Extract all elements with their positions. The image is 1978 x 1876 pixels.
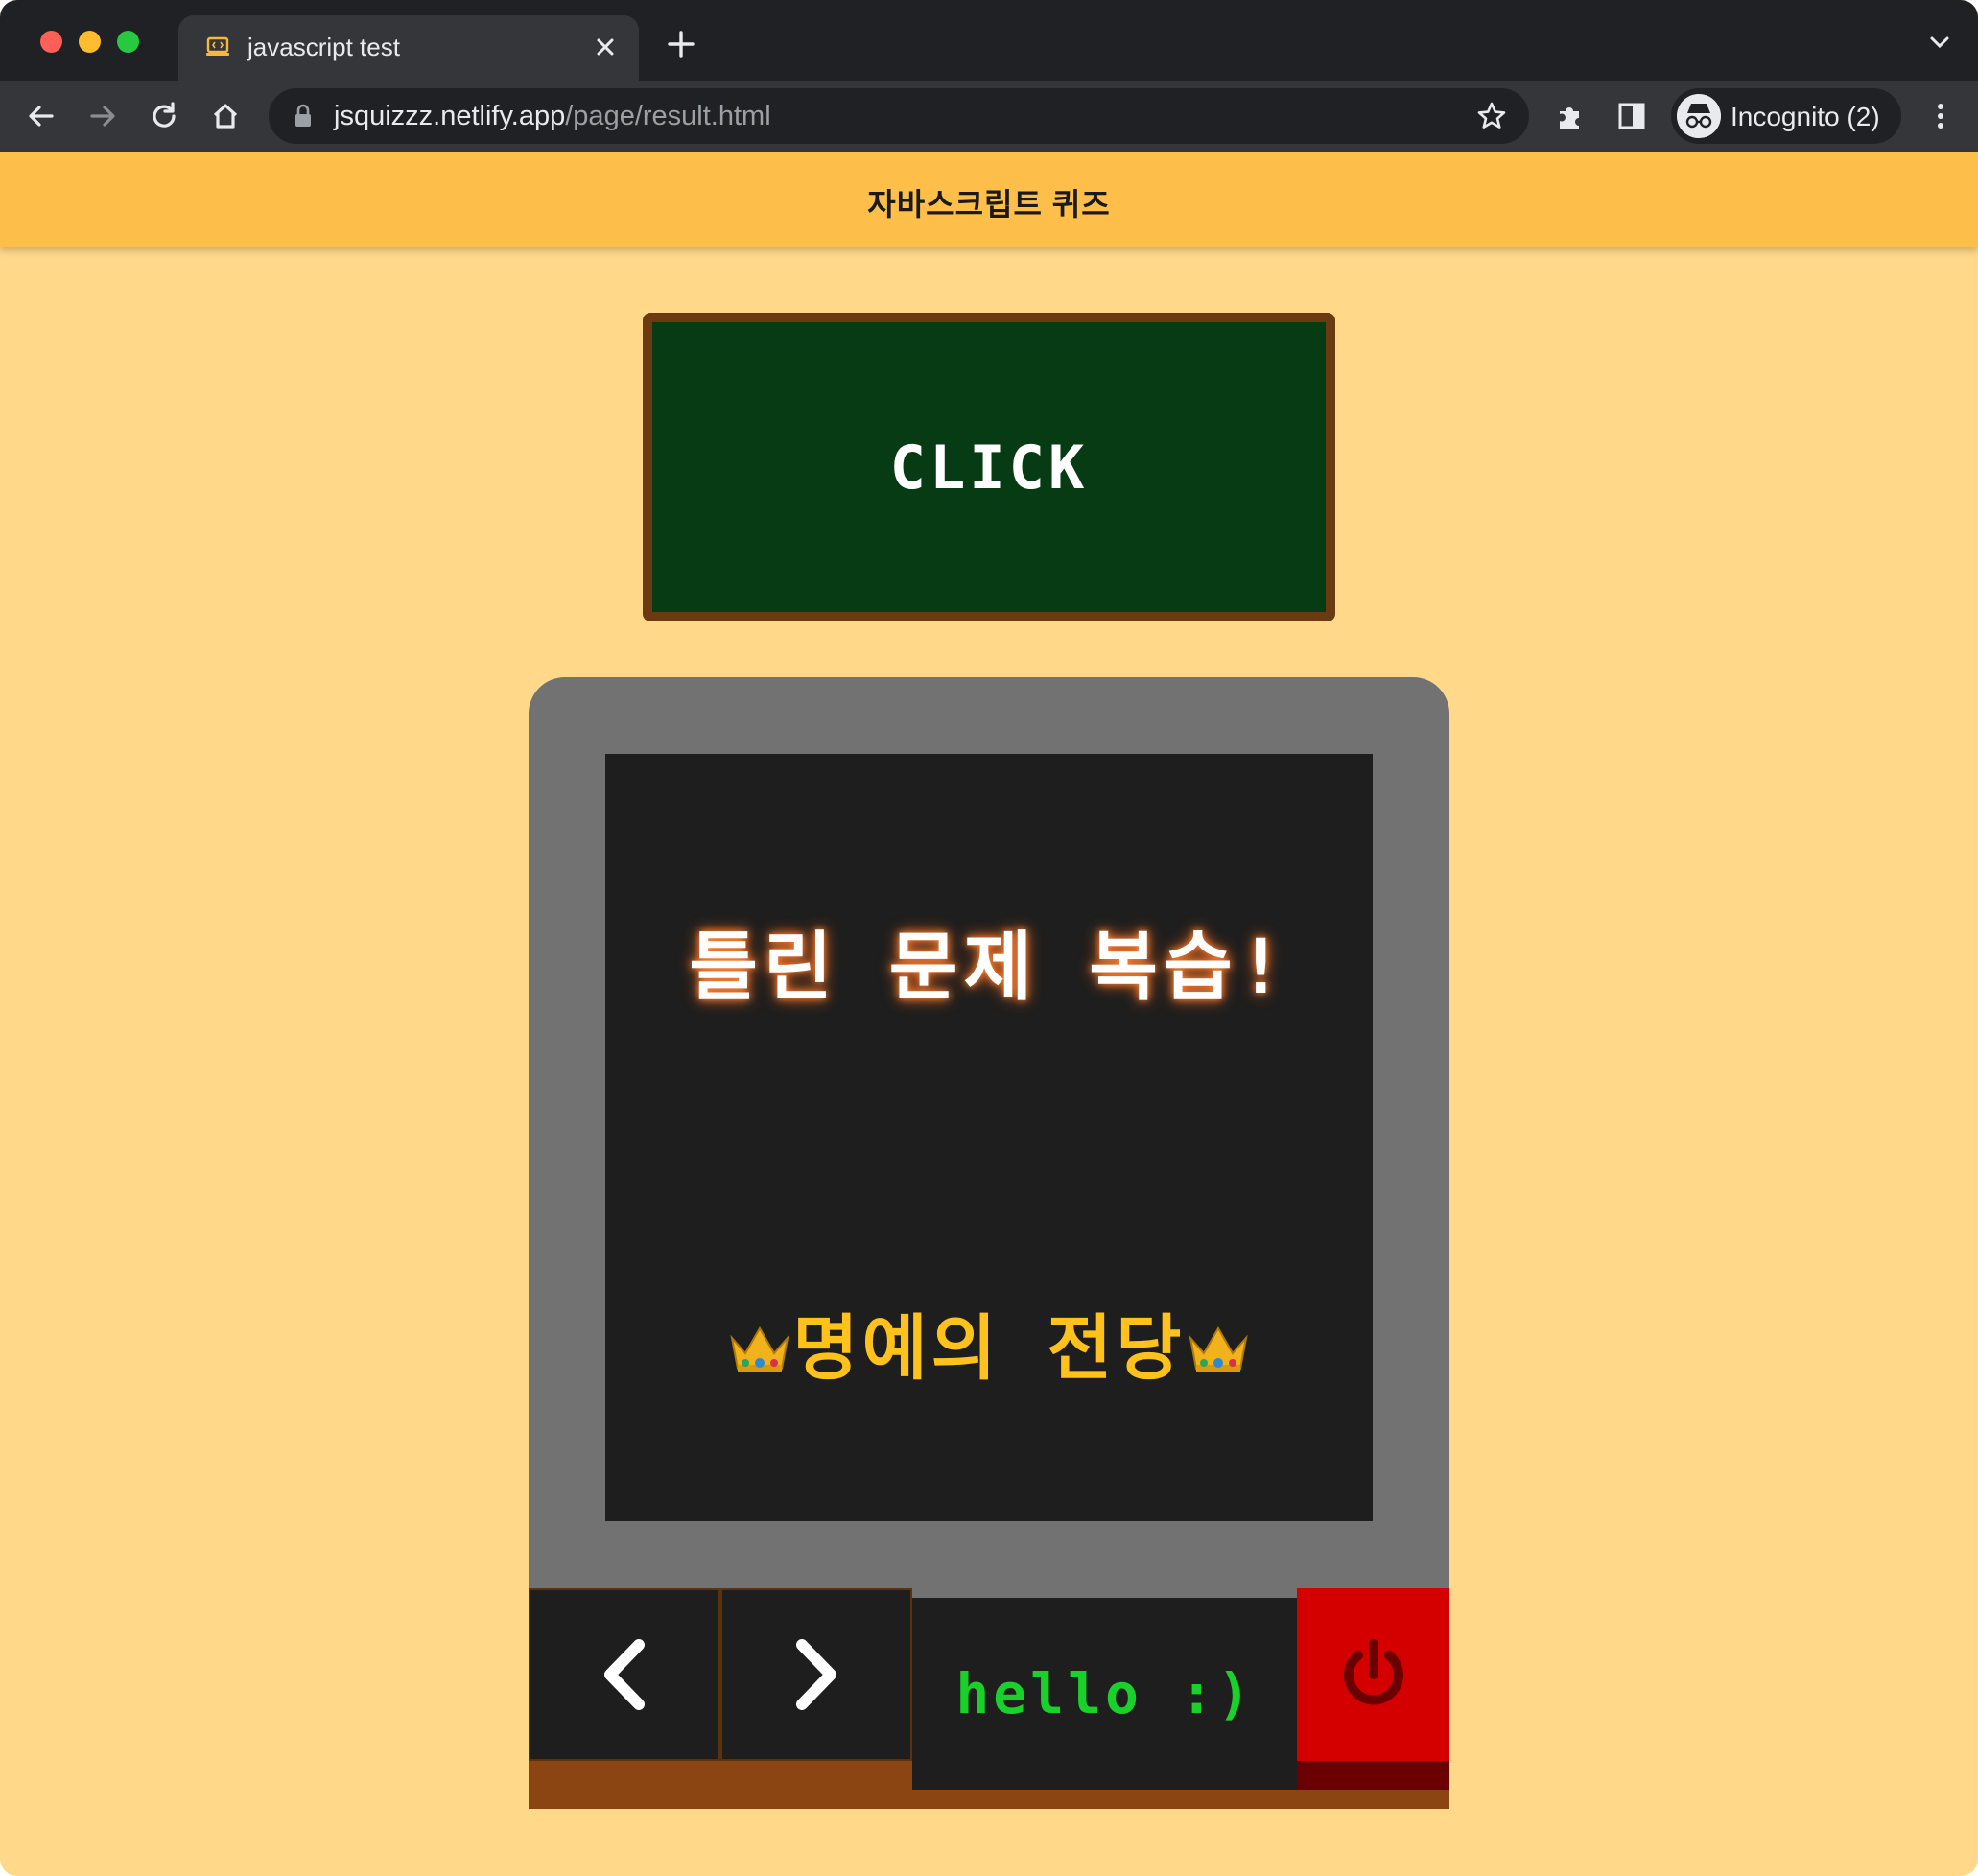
tab-javascript-test[interactable]: javascript test <box>178 15 639 81</box>
close-window-button[interactable] <box>40 31 62 53</box>
star-icon[interactable] <box>1475 100 1508 132</box>
tab-strip: javascript test <box>0 0 1978 81</box>
power-button-shadow <box>1297 1761 1449 1790</box>
site-header: 자바스크립트 퀴즈 <box>0 152 1978 247</box>
side-panel-icon <box>1618 103 1645 129</box>
tab-search-chevron-icon[interactable] <box>1928 35 1951 50</box>
code-laptop-icon <box>206 36 229 56</box>
home-button[interactable] <box>203 94 247 138</box>
device-screen: 틀린 문제 복습! 명예의 전당 <box>605 754 1373 1521</box>
hello-display: hello :) <box>912 1598 1298 1790</box>
hello-text: hello :) <box>955 1661 1255 1726</box>
quiz-device: 틀린 문제 복습! 명예의 전당 hello:) <box>529 677 1449 1809</box>
back-icon <box>29 106 54 127</box>
click-board-button[interactable]: CLICK <box>643 313 1335 621</box>
new-tab-plus-icon[interactable] <box>664 27 698 61</box>
url-text[interactable]: jsquizzz.netlify.app/page/result.html <box>334 101 771 132</box>
lock-icon[interactable] <box>294 104 313 129</box>
address-bar[interactable]: jsquizzz.netlify.app/page/result.html <box>269 88 1529 144</box>
more-icon <box>1938 104 1943 129</box>
browser-toolbar: jsquizzz.netlify.app/page/result.html In… <box>0 81 1978 152</box>
url-host: jsquizzz.netlify.app <box>334 101 566 131</box>
minimize-window-button[interactable] <box>79 31 101 53</box>
forward-button[interactable] <box>81 94 125 138</box>
chevron-left-icon <box>604 1639 645 1710</box>
click-label: CLICK <box>889 432 1089 503</box>
crown-icon <box>1189 1325 1249 1372</box>
extensions-button[interactable] <box>1548 94 1592 138</box>
prev-button[interactable] <box>529 1588 720 1761</box>
reload-button[interactable] <box>142 94 186 138</box>
back-button[interactable] <box>19 94 63 138</box>
extensions-icon <box>1560 107 1579 129</box>
profile-label: Incognito (2) <box>1731 102 1880 131</box>
tab-title: javascript test <box>247 33 400 61</box>
home-icon <box>213 104 238 129</box>
next-button[interactable] <box>720 1588 912 1761</box>
maximize-window-button[interactable] <box>117 31 139 53</box>
hall-of-fame-label: 명예의 전당 <box>792 1307 1186 1390</box>
power-button[interactable] <box>1297 1588 1449 1761</box>
hall-of-fame-link[interactable]: 명예의 전당 <box>605 1291 1373 1394</box>
review-wrong-answers-link[interactable]: 틀린 문제 복습! <box>605 907 1373 1015</box>
incognito-profile-button[interactable]: Incognito (2) <box>1671 88 1901 144</box>
close-icon[interactable] <box>589 31 622 63</box>
site-title: 자바스크립트 퀴즈 <box>867 187 1111 222</box>
side-panel-button[interactable] <box>1610 94 1654 138</box>
browser-window: javascript test jsquizzz.netlify.app/pag… <box>0 0 1978 1876</box>
power-icon <box>1343 1639 1403 1705</box>
reload-icon <box>153 102 176 128</box>
chevron-right-icon <box>796 1639 836 1710</box>
crown-icon <box>729 1325 789 1372</box>
url-path: /page/result.html <box>565 101 771 131</box>
forward-icon <box>90 106 115 127</box>
incognito-icon <box>1677 94 1721 138</box>
more-menu-button[interactable] <box>1919 94 1963 138</box>
